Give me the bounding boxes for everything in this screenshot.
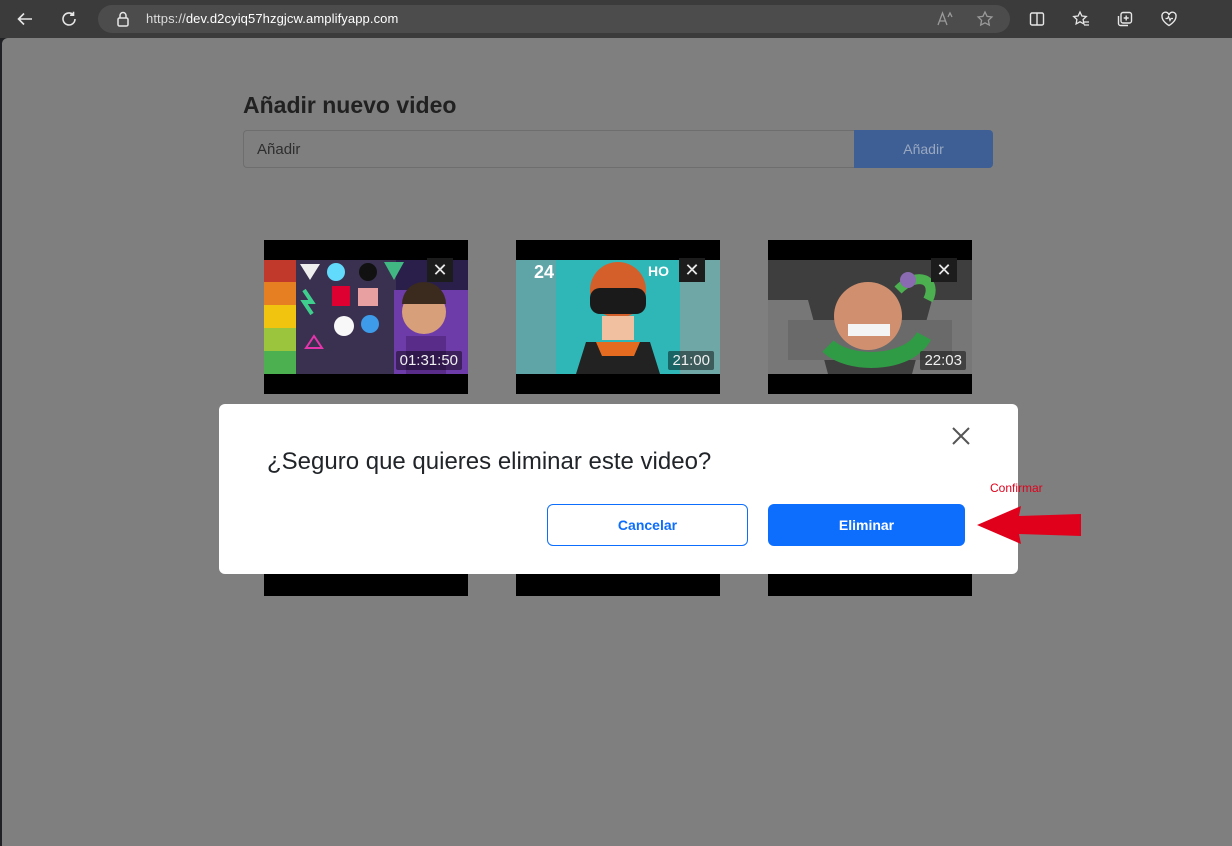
read-aloud-icon[interactable]	[936, 10, 954, 28]
close-icon: ✕	[432, 259, 448, 280]
address-bar[interactable]: https://dev.d2cyiq57hzgjcw.amplifyapp.co…	[98, 5, 1010, 33]
collections-icon[interactable]	[1110, 4, 1140, 34]
video-duration: 22:03	[920, 351, 966, 370]
remove-video-button[interactable]: ✕	[679, 258, 705, 282]
close-icon[interactable]	[949, 424, 973, 448]
favorites-icon[interactable]	[1066, 4, 1096, 34]
delete-button[interactable]: Eliminar	[768, 504, 965, 546]
video-card[interactable]: 22:03 ✕	[768, 240, 972, 394]
video-card[interactable]: 01:31:50 ✕	[264, 240, 468, 394]
favorite-star-icon[interactable]	[976, 10, 994, 28]
video-duration: 21:00	[668, 351, 714, 370]
svg-text:HO: HO	[648, 263, 669, 279]
cancel-button[interactable]: Cancelar	[547, 504, 748, 546]
svg-text:24: 24	[534, 262, 554, 282]
split-screen-icon[interactable]	[1022, 4, 1052, 34]
back-arrow-icon[interactable]	[10, 4, 40, 34]
page-title: Añadir nuevo video	[243, 92, 457, 118]
browser-toolbar: https://dev.d2cyiq57hzgjcw.amplifyapp.co…	[0, 0, 1232, 38]
refresh-icon[interactable]	[54, 4, 84, 34]
page-viewport: Añadir nuevo video Añadir Añadir 01:31:5…	[2, 38, 1232, 846]
close-icon: ✕	[936, 259, 952, 280]
video-card[interactable]: 24 HO 21:00 ✕	[516, 240, 720, 394]
arrow-left-icon	[977, 506, 1081, 544]
remove-video-button[interactable]: ✕	[427, 258, 453, 282]
close-icon: ✕	[684, 259, 700, 280]
video-url-input[interactable]	[243, 130, 855, 168]
modal-question: ¿Seguro que quieres eliminar este video?	[267, 448, 712, 475]
browser-essentials-icon[interactable]	[1154, 4, 1184, 34]
lock-icon	[117, 11, 129, 27]
confirm-delete-modal: ¿Seguro que quieres eliminar este video?…	[219, 404, 1018, 574]
confirm-annotation-label: Confirmar	[990, 481, 1043, 495]
url-text: https://dev.d2cyiq57hzgjcw.amplifyapp.co…	[146, 11, 399, 26]
add-video-button[interactable]: Añadir	[854, 130, 993, 168]
video-duration: 01:31:50	[395, 351, 462, 370]
remove-video-button[interactable]: ✕	[931, 258, 957, 282]
